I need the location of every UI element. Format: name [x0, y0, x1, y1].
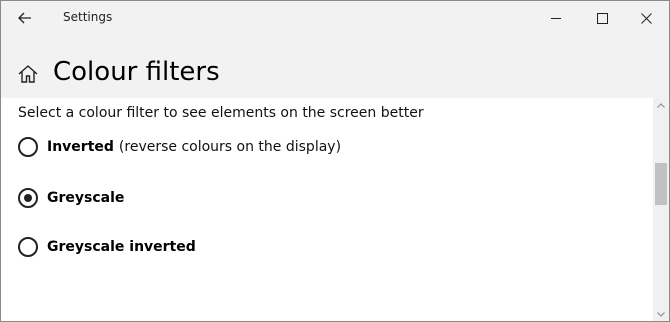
- radio-button[interactable]: [18, 237, 38, 257]
- scroll-up-button[interactable]: [653, 98, 669, 112]
- scroll-down-button[interactable]: [653, 307, 669, 321]
- minimize-button[interactable]: [533, 1, 579, 35]
- vertical-scrollbar[interactable]: [653, 98, 669, 321]
- option-sublabel: (reverse colours on the display): [118, 139, 342, 155]
- option-label: Greyscale: [47, 190, 125, 206]
- close-button[interactable]: [623, 1, 669, 35]
- radio-option-greyscale[interactable]: Greyscale: [18, 188, 124, 208]
- filter-description: Select a colour filter to see elements o…: [18, 105, 424, 121]
- window-title: Settings: [63, 10, 113, 24]
- settings-content: Select a colour filter to see elements o…: [1, 98, 653, 321]
- radio-option-inverted[interactable]: Inverted (reverse colours on the display…: [18, 137, 341, 157]
- page-title: Colour filters: [53, 57, 220, 87]
- close-icon: [640, 12, 652, 24]
- back-arrow-icon: [18, 12, 31, 24]
- scrollbar-thumb[interactable]: [655, 163, 667, 205]
- scroll-up-icon: [657, 102, 665, 108]
- home-icon[interactable]: [17, 63, 39, 85]
- settings-window: Settings Colour filters Select a colour …: [0, 0, 670, 322]
- maximize-button[interactable]: [579, 1, 625, 35]
- option-label: Greyscale inverted: [47, 239, 196, 255]
- page-header: Colour filters: [1, 35, 669, 98]
- maximize-icon: [596, 12, 608, 24]
- scroll-down-icon: [657, 311, 665, 317]
- radio-button[interactable]: [18, 137, 38, 157]
- title-bar: Settings: [1, 1, 669, 35]
- minimize-icon: [550, 17, 561, 19]
- radio-button-selected[interactable]: [18, 188, 38, 208]
- radio-option-greyscale-inverted[interactable]: Greyscale inverted: [18, 237, 196, 257]
- back-button[interactable]: [9, 5, 41, 31]
- option-label: Inverted: [47, 139, 114, 155]
